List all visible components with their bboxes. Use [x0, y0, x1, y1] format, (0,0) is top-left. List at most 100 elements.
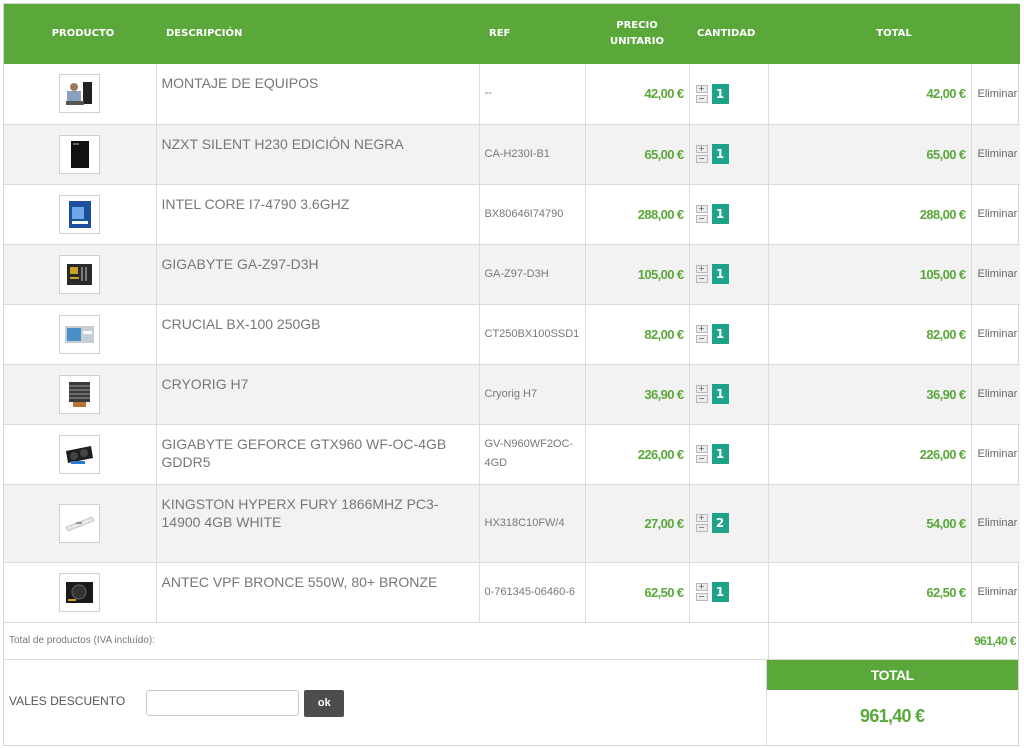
quantity-value: 1 — [711, 204, 729, 224]
cart-body: MONTAJE DE EQUIPOS -- 42,00 € + − 1 42,00… — [4, 64, 1021, 660]
cpu-cooler-image[interactable] — [59, 374, 101, 414]
product-ref: BX80646I74790 — [479, 184, 586, 245]
quantity-plus-button[interactable]: + — [695, 205, 708, 213]
product-ref: -- — [479, 64, 586, 125]
quantity-value: 1 — [711, 582, 729, 602]
header-cantidad: CANTIDAD — [697, 28, 756, 39]
quantity-minus-button[interactable]: − — [695, 455, 708, 463]
grand-total-box: TOTAL 961,40 € — [766, 659, 1018, 745]
delete-link[interactable]: Eliminar — [971, 562, 1021, 623]
cart-footer: VALES DESCUENTO ok TOTAL 961,40 € — [4, 659, 1018, 745]
product-name[interactable]: CRYORIG H7 — [156, 364, 480, 425]
delete-link[interactable]: Eliminar — [971, 364, 1021, 425]
line-total: 82,00 € — [768, 304, 972, 365]
product-thumb-cell — [4, 562, 157, 623]
quantity-minus-button[interactable]: − — [695, 275, 708, 283]
cart-header-row: PRODUCTO DESCRIPCIÓN REF PRECIO UNITARIO… — [4, 4, 1021, 64]
table-row: INTEL CORE I7-4790 3.6GHZ BX80646I74790 … — [4, 184, 1021, 245]
quantity-plus-button[interactable]: + — [695, 325, 708, 333]
ssd-image[interactable] — [59, 314, 101, 354]
quantity-plus-button[interactable]: + — [695, 385, 708, 393]
product-thumb-cell — [4, 64, 157, 125]
delete-link[interactable]: Eliminar — [971, 244, 1021, 305]
quantity-minus-button[interactable]: − — [695, 335, 708, 343]
header-total: TOTAL — [876, 28, 912, 39]
quantity-cell: + − 2 — [689, 484, 769, 563]
product-name[interactable]: NZXT SILENT H230 EDICIÓN NEGRA — [156, 124, 480, 185]
quantity-value: 1 — [711, 324, 729, 344]
quantity-minus-button[interactable]: − — [695, 395, 708, 403]
line-total: 288,00 € — [768, 184, 972, 245]
quantity-value: 1 — [711, 83, 729, 104]
quantity-cell: + − 1 — [689, 304, 769, 365]
header-producto: PRODUCTO — [51, 28, 115, 39]
product-thumb-cell — [4, 364, 157, 425]
quantity-value: 1 — [711, 444, 729, 464]
product-name[interactable]: ANTEC VPF BRONCE 550W, 80+ BRONZE — [156, 562, 480, 623]
product-name[interactable]: KINGSTON HYPERX FURY 1866MHZ PC3-14900 4… — [156, 484, 480, 563]
quantity-value: 1 — [711, 144, 729, 164]
voucher-submit-button[interactable]: ok — [304, 689, 345, 717]
pc-assembly-image[interactable] — [59, 74, 101, 114]
quantity-plus-button[interactable]: + — [695, 265, 708, 273]
product-ref: Cryorig H7 — [479, 364, 586, 425]
quantity-minus-button[interactable]: − — [695, 524, 708, 532]
product-name[interactable]: GIGABYTE GEFORCE GTX960 WF-OC-4GB GDDR5 — [156, 424, 480, 485]
quantity-plus-button[interactable]: + — [695, 145, 708, 153]
delete-link[interactable]: Eliminar — [971, 484, 1021, 563]
delete-link[interactable]: Eliminar — [971, 124, 1021, 185]
product-ref: 0-761345-06460-6 — [479, 562, 586, 623]
power-supply-image[interactable] — [59, 572, 101, 612]
table-row: CRYORIG H7 Cryorig H7 36,90 € + − 1 36,90… — [4, 364, 1021, 425]
unit-price: 65,00 € — [585, 124, 690, 185]
delete-link[interactable]: Eliminar — [971, 304, 1021, 365]
delete-link[interactable]: Eliminar — [971, 64, 1021, 125]
header-precio-unitario: PRECIO UNITARIO — [585, 4, 689, 64]
header-precio-line2: UNITARIO — [610, 36, 664, 47]
ram-module-image[interactable] — [59, 503, 101, 543]
voucher-input[interactable] — [146, 690, 300, 716]
quantity-plus-button[interactable]: + — [695, 84, 708, 93]
delete-link[interactable]: Eliminar — [971, 184, 1021, 245]
line-total: 42,00 € — [768, 64, 972, 125]
product-ref: GA-Z97-D3H — [479, 244, 586, 305]
line-total: 65,00 € — [768, 124, 972, 185]
motherboard-image[interactable] — [59, 254, 101, 294]
quantity-cell: + − 1 — [689, 364, 769, 425]
quantity-value: 2 — [711, 513, 729, 533]
quantity-minus-button[interactable]: − — [695, 215, 708, 223]
delete-link[interactable]: Eliminar — [971, 424, 1021, 485]
quantity-minus-button[interactable]: − — [695, 593, 708, 601]
quantity-plus-button[interactable]: + — [695, 445, 708, 453]
header-ref: REF — [489, 28, 511, 39]
cart-table: PRODUCTO DESCRIPCIÓN REF PRECIO UNITARIO… — [4, 4, 1021, 660]
quantity-minus-button[interactable]: − — [695, 155, 708, 163]
grand-total-value: 961,40 € — [860, 705, 925, 726]
product-thumb-cell — [4, 124, 157, 185]
table-row: GIGABYTE GA-Z97-D3H GA-Z97-D3H 105,00 € … — [4, 244, 1021, 305]
subtotal-row: Total de productos (IVA incluído): 961,4… — [4, 622, 1021, 660]
product-thumb-cell — [4, 424, 157, 485]
quantity-plus-button[interactable]: + — [695, 514, 708, 522]
pc-case-image[interactable] — [59, 134, 101, 174]
quantity-cell: + − 1 — [689, 64, 769, 125]
unit-price: 226,00 € — [585, 424, 690, 485]
product-ref: HX318C10FW/4 — [479, 484, 586, 563]
product-thumb-cell — [4, 484, 157, 563]
product-name[interactable]: MONTAJE DE EQUIPOS — [156, 64, 480, 125]
line-total: 36,90 € — [768, 364, 972, 425]
product-name[interactable]: GIGABYTE GA-Z97-D3H — [156, 244, 480, 305]
product-thumb-cell — [4, 304, 157, 365]
line-total: 226,00 € — [768, 424, 972, 485]
product-name[interactable]: CRUCIAL BX-100 250GB — [156, 304, 480, 365]
header-descripcion: DESCRIPCIÓN — [166, 28, 243, 39]
grand-total-label: TOTAL — [766, 659, 1018, 690]
product-name[interactable]: INTEL CORE I7-4790 3.6GHZ — [156, 184, 480, 245]
unit-price: 27,00 € — [585, 484, 690, 563]
quantity-plus-button[interactable]: + — [695, 583, 708, 591]
table-row: GIGABYTE GEFORCE GTX960 WF-OC-4GB GDDR5 … — [4, 424, 1021, 485]
quantity-minus-button[interactable]: − — [695, 94, 708, 103]
product-thumb-cell — [4, 244, 157, 305]
graphics-card-image[interactable] — [59, 434, 101, 474]
cpu-box-image[interactable] — [59, 194, 101, 234]
